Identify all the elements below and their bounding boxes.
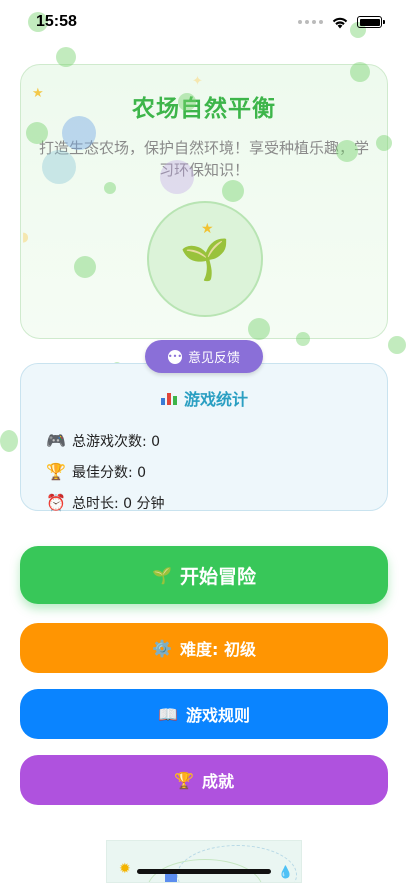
trophy-icon: 🏆 — [174, 770, 194, 790]
feedback-label: 意见反馈 — [187, 351, 240, 366]
difficulty-label: 难度: 初级 — [179, 640, 256, 659]
stat-best-score: 🏆 最佳分数: 0 — [46, 456, 387, 487]
water-drop-icon: 💧 — [278, 865, 293, 879]
farm-preview-image: ✹ 💧 — [106, 840, 302, 883]
star-decoration: ★ — [32, 86, 44, 101]
seedling-icon: 🌱 — [180, 236, 230, 283]
signal-dots-icon — [298, 20, 323, 24]
wifi-icon — [331, 16, 349, 29]
start-adventure-button[interactable]: 🌱 开始冒险 — [20, 546, 388, 604]
bubble-decoration — [388, 336, 406, 354]
game-controller-icon: 🎮 — [46, 431, 66, 450]
start-adventure-label: 开始冒险 — [179, 565, 256, 588]
status-time: 15:58 — [36, 13, 77, 30]
stats-list: 🎮 总游戏次数: 0 🏆 最佳分数: 0 ⏰ 总时长: 0 分钟 — [21, 425, 387, 518]
difficulty-button[interactable]: ⚙️ 难度: 初级 — [20, 623, 388, 673]
star-decoration: ★ — [201, 221, 214, 237]
sun-icon: ✹ — [119, 861, 131, 877]
hero-subtitle: 打造生态农场，保护自然环境！享受种植乐趣，学习环保知识！ — [38, 139, 369, 179]
battery-icon — [357, 16, 385, 28]
game-rules-button[interactable]: 📖 游戏规则 — [20, 689, 388, 739]
sparkle-decoration: ✦ — [192, 74, 203, 89]
feedback-button[interactable]: ••• 意见反馈 — [145, 340, 263, 373]
bar-chart-icon — [160, 390, 178, 406]
stats-heading: 游戏统计 — [21, 386, 387, 410]
home-indicator[interactable] — [137, 869, 271, 874]
stat-total-time: ⏰ 总时长: 0 分钟 — [46, 487, 387, 518]
hero-card: 农场自然平衡 打造生态农场，保护自然环境！享受种植乐趣，学习环保知识！ 🌱 ★ — [20, 64, 388, 339]
leaf-decoration: ◗ — [22, 230, 29, 245]
status-icons — [298, 16, 385, 29]
trophy-icon: 🏆 — [46, 462, 66, 481]
seedling-circle: 🌱 — [147, 201, 263, 317]
stats-title: 游戏统计 — [183, 390, 248, 409]
alarm-clock-icon: ⏰ — [46, 493, 66, 512]
character-icon — [165, 873, 177, 882]
achievements-button[interactable]: 🏆 成就 — [20, 755, 388, 805]
stat-label: 总游戏次数: 0 — [72, 433, 161, 450]
page-title: 农场自然平衡 — [132, 96, 276, 122]
bubble-decoration — [0, 430, 18, 452]
gear-icon: ⚙️ — [152, 638, 172, 658]
stats-card: 游戏统计 🎮 总游戏次数: 0 🏆 最佳分数: 0 ⏰ 总时长: 0 分钟 — [20, 363, 388, 512]
speech-bubble-icon: ••• — [168, 349, 182, 364]
stat-label: 最佳分数: 0 — [72, 464, 147, 481]
game-rules-label: 游戏规则 — [185, 706, 250, 725]
stat-label: 总时长: 0 分钟 — [72, 495, 165, 512]
book-icon: 📖 — [158, 704, 178, 724]
achievements-label: 成就 — [201, 772, 234, 791]
status-bar: 15:58 — [0, 0, 408, 44]
stat-games-played: 🎮 总游戏次数: 0 — [46, 425, 387, 456]
seedling-icon: 🌱 — [152, 565, 172, 585]
